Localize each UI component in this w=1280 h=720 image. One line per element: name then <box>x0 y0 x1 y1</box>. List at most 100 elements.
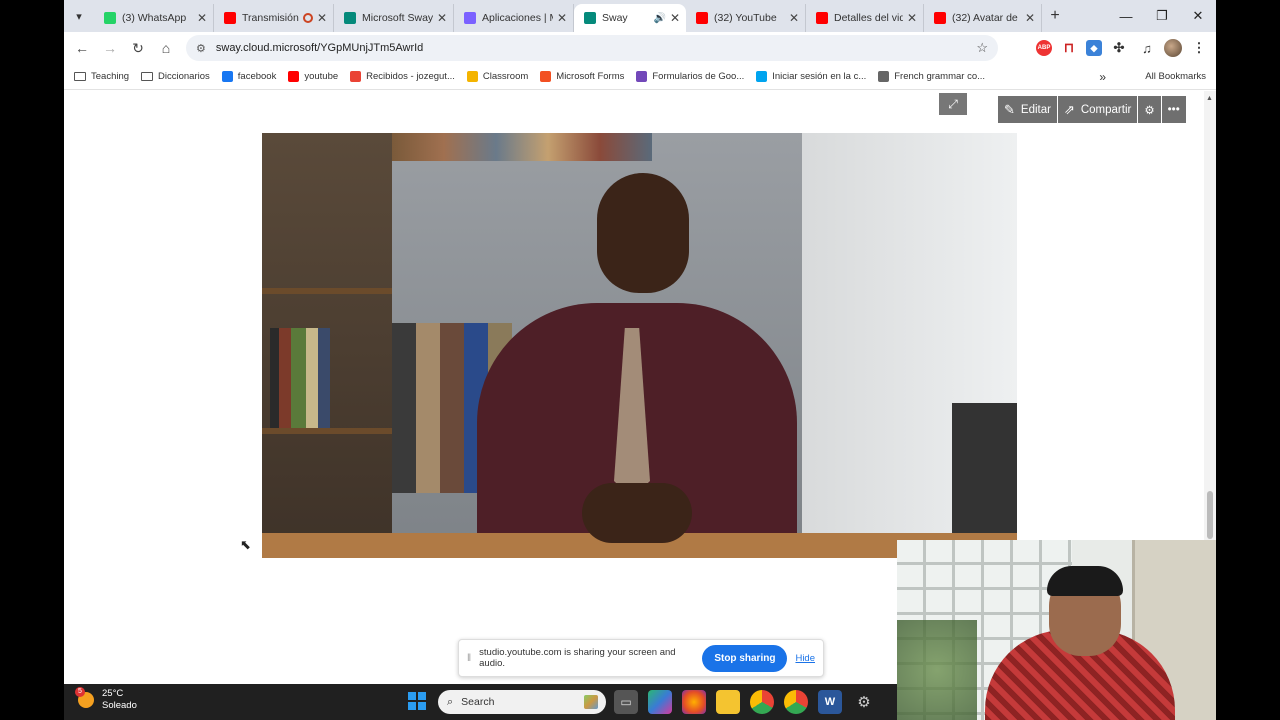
windows-start-icon[interactable] <box>408 692 426 710</box>
close-tab-icon[interactable]: ✕ <box>317 11 327 25</box>
tab-favicon-icon <box>224 12 236 24</box>
tab-2[interactable]: Microsoft Sway ✕ <box>334 4 454 32</box>
address-url[interactable]: sway.cloud.microsoft/YGpMUnjJTm5AwrId <box>216 42 976 54</box>
bookmark-item[interactable]: Recibidos - jozegut... <box>350 71 455 82</box>
bookmark-favicon-icon <box>466 71 478 82</box>
chrome-profile-icon[interactable] <box>784 690 808 714</box>
weather-widget[interactable]: 5 25°C Soleado <box>75 687 137 712</box>
bookmark-favicon-icon <box>350 71 362 82</box>
browser-menu-icon[interactable]: ⋮ <box>1188 37 1210 59</box>
bookmark-favicon-icon <box>288 71 300 82</box>
bookmark-favicon-icon <box>636 71 648 82</box>
settings-button[interactable]: ⚙ <box>1138 96 1161 123</box>
profile-avatar[interactable] <box>1164 39 1182 57</box>
tab-0[interactable]: (3) WhatsApp ✕ <box>94 4 214 32</box>
taskbar-search[interactable]: ⌕ Search <box>438 690 606 714</box>
extensions-puzzle-icon[interactable]: ✣ <box>1108 37 1130 59</box>
tab-search-icon[interactable]: ▾ <box>64 0 94 32</box>
search-highlight-icon <box>584 695 598 709</box>
tab-7[interactable]: (32) Avatar de ✕ <box>924 4 1042 32</box>
copilot-icon[interactable] <box>648 690 672 714</box>
word-icon[interactable]: W <box>818 690 842 714</box>
fullscreen-icon[interactable]: ⤢ <box>939 93 967 115</box>
bookmark-item[interactable]: French grammar co... <box>878 71 985 82</box>
close-window-icon[interactable]: ✕ <box>1180 0 1216 32</box>
bookmark-label: Diccionarios <box>158 71 210 82</box>
drag-handle-icon[interactable]: ‖ <box>467 653 471 664</box>
task-view-icon[interactable]: ▭ <box>614 690 638 714</box>
edit-button[interactable]: ✎ Editar <box>998 96 1057 123</box>
tab-4[interactable]: Sway 🔊 ✕ <box>574 4 686 32</box>
address-bar[interactable]: ⚙ sway.cloud.microsoft/YGpMUnjJTm5AwrId … <box>186 35 998 61</box>
settings-icon[interactable]: ⚙ <box>852 690 876 714</box>
bookmark-label: Iniciar sesión en la c... <box>772 71 867 82</box>
tab-6[interactable]: Detalles del vid ✕ <box>806 4 924 32</box>
all-bookmarks-folder[interactable]: All Bookmarks <box>1145 71 1206 82</box>
back-icon[interactable]: ← <box>68 34 96 62</box>
bookmark-star-icon[interactable]: ☆ <box>976 40 988 56</box>
gear-icon: ⚙ <box>1144 104 1155 117</box>
tab-favicon-icon <box>934 12 946 24</box>
bookmark-item[interactable]: facebook <box>221 71 276 82</box>
close-tab-icon[interactable]: ✕ <box>670 11 680 25</box>
hide-share-bar-link[interactable]: Hide <box>795 653 815 664</box>
video-books <box>270 328 330 428</box>
bookmark-label: Microsoft Forms <box>556 71 625 82</box>
more-bookmarks-icon[interactable]: » <box>1099 70 1106 84</box>
search-icon: ⌕ <box>447 695 454 708</box>
reload-icon[interactable]: ↻ <box>124 34 152 62</box>
bookmark-item[interactable]: youtube <box>288 71 338 82</box>
close-tab-icon[interactable]: ✕ <box>437 11 447 25</box>
tab-title: Aplicaciones | M <box>482 12 553 24</box>
blue-extension-icon[interactable]: ◆ <box>1086 40 1102 56</box>
video-person-head <box>597 173 689 293</box>
scrollbar-thumb[interactable] <box>1207 491 1213 539</box>
bookmark-label: French grammar co... <box>894 71 986 82</box>
bookmark-favicon-icon <box>221 71 233 82</box>
restore-icon[interactable]: ❐ <box>1144 0 1180 32</box>
tab-title: (3) WhatsApp <box>122 12 187 24</box>
tab-5[interactable]: (32) YouTube ✕ <box>686 4 806 32</box>
bookmark-item[interactable]: Microsoft Forms <box>540 71 624 82</box>
speaker-icon[interactable]: 🔊 <box>653 13 665 24</box>
bookmark-item[interactable]: Teaching <box>74 71 129 82</box>
home-icon[interactable]: ⌂ <box>152 34 180 62</box>
firefox-icon[interactable] <box>682 690 706 714</box>
adblock-icon[interactable]: ABP <box>1036 40 1052 56</box>
share-button[interactable]: ⇗ Compartir <box>1057 96 1138 123</box>
bookmark-item[interactable]: Classroom <box>466 71 528 82</box>
tab-favicon-icon <box>584 12 596 24</box>
close-tab-icon[interactable]: ✕ <box>789 11 799 25</box>
minimize-icon[interactable]: — <box>1108 0 1144 32</box>
new-tab-button[interactable]: + <box>1042 7 1068 25</box>
extensions-area: ABP ⊓ ◆ ✣ ♫ ⋮ <box>1036 36 1210 60</box>
tab-title: Transmisión <box>242 12 299 24</box>
magnet-extension-icon[interactable]: ⊓ <box>1058 37 1080 59</box>
site-info-icon[interactable]: ⚙ <box>196 42 206 55</box>
close-tab-icon[interactable]: ✕ <box>197 11 207 25</box>
bookmark-item[interactable]: Iniciar sesión en la c... <box>756 71 866 82</box>
tab-favicon-icon <box>104 12 116 24</box>
bookmark-item[interactable]: Diccionarios <box>141 71 210 82</box>
close-tab-icon[interactable]: ✕ <box>907 11 917 25</box>
page-scrollbar[interactable]: ▲ <box>1204 91 1216 541</box>
scroll-up-icon[interactable]: ▲ <box>1206 95 1213 102</box>
tab-strip: ▾ (3) WhatsApp ✕ Transmisión ✕ Microsoft Swa… <box>64 0 1216 32</box>
close-tab-icon[interactable]: ✕ <box>557 11 567 25</box>
edit-label: Editar <box>1020 103 1051 116</box>
sway-video-image[interactable] <box>262 133 1017 558</box>
close-tab-icon[interactable]: ✕ <box>1025 11 1035 25</box>
pencil-icon: ✎ <box>1004 101 1015 117</box>
tab-3[interactable]: Aplicaciones | M ✕ <box>454 4 574 32</box>
letterbox-left <box>0 0 64 720</box>
forward-icon[interactable]: → <box>96 34 124 62</box>
file-explorer-icon[interactable] <box>716 690 740 714</box>
media-control-icon[interactable]: ♫ <box>1136 37 1158 59</box>
chrome-icon[interactable] <box>750 690 774 714</box>
bookmark-favicon-icon <box>540 71 552 82</box>
more-options-button[interactable]: ••• <box>1161 96 1186 123</box>
bookmark-item[interactable]: Formularios de Goo... <box>636 71 744 82</box>
bookmark-favicon-icon <box>756 71 768 82</box>
tab-1[interactable]: Transmisión ✕ <box>214 4 334 32</box>
stop-sharing-button[interactable]: Stop sharing <box>702 644 788 672</box>
